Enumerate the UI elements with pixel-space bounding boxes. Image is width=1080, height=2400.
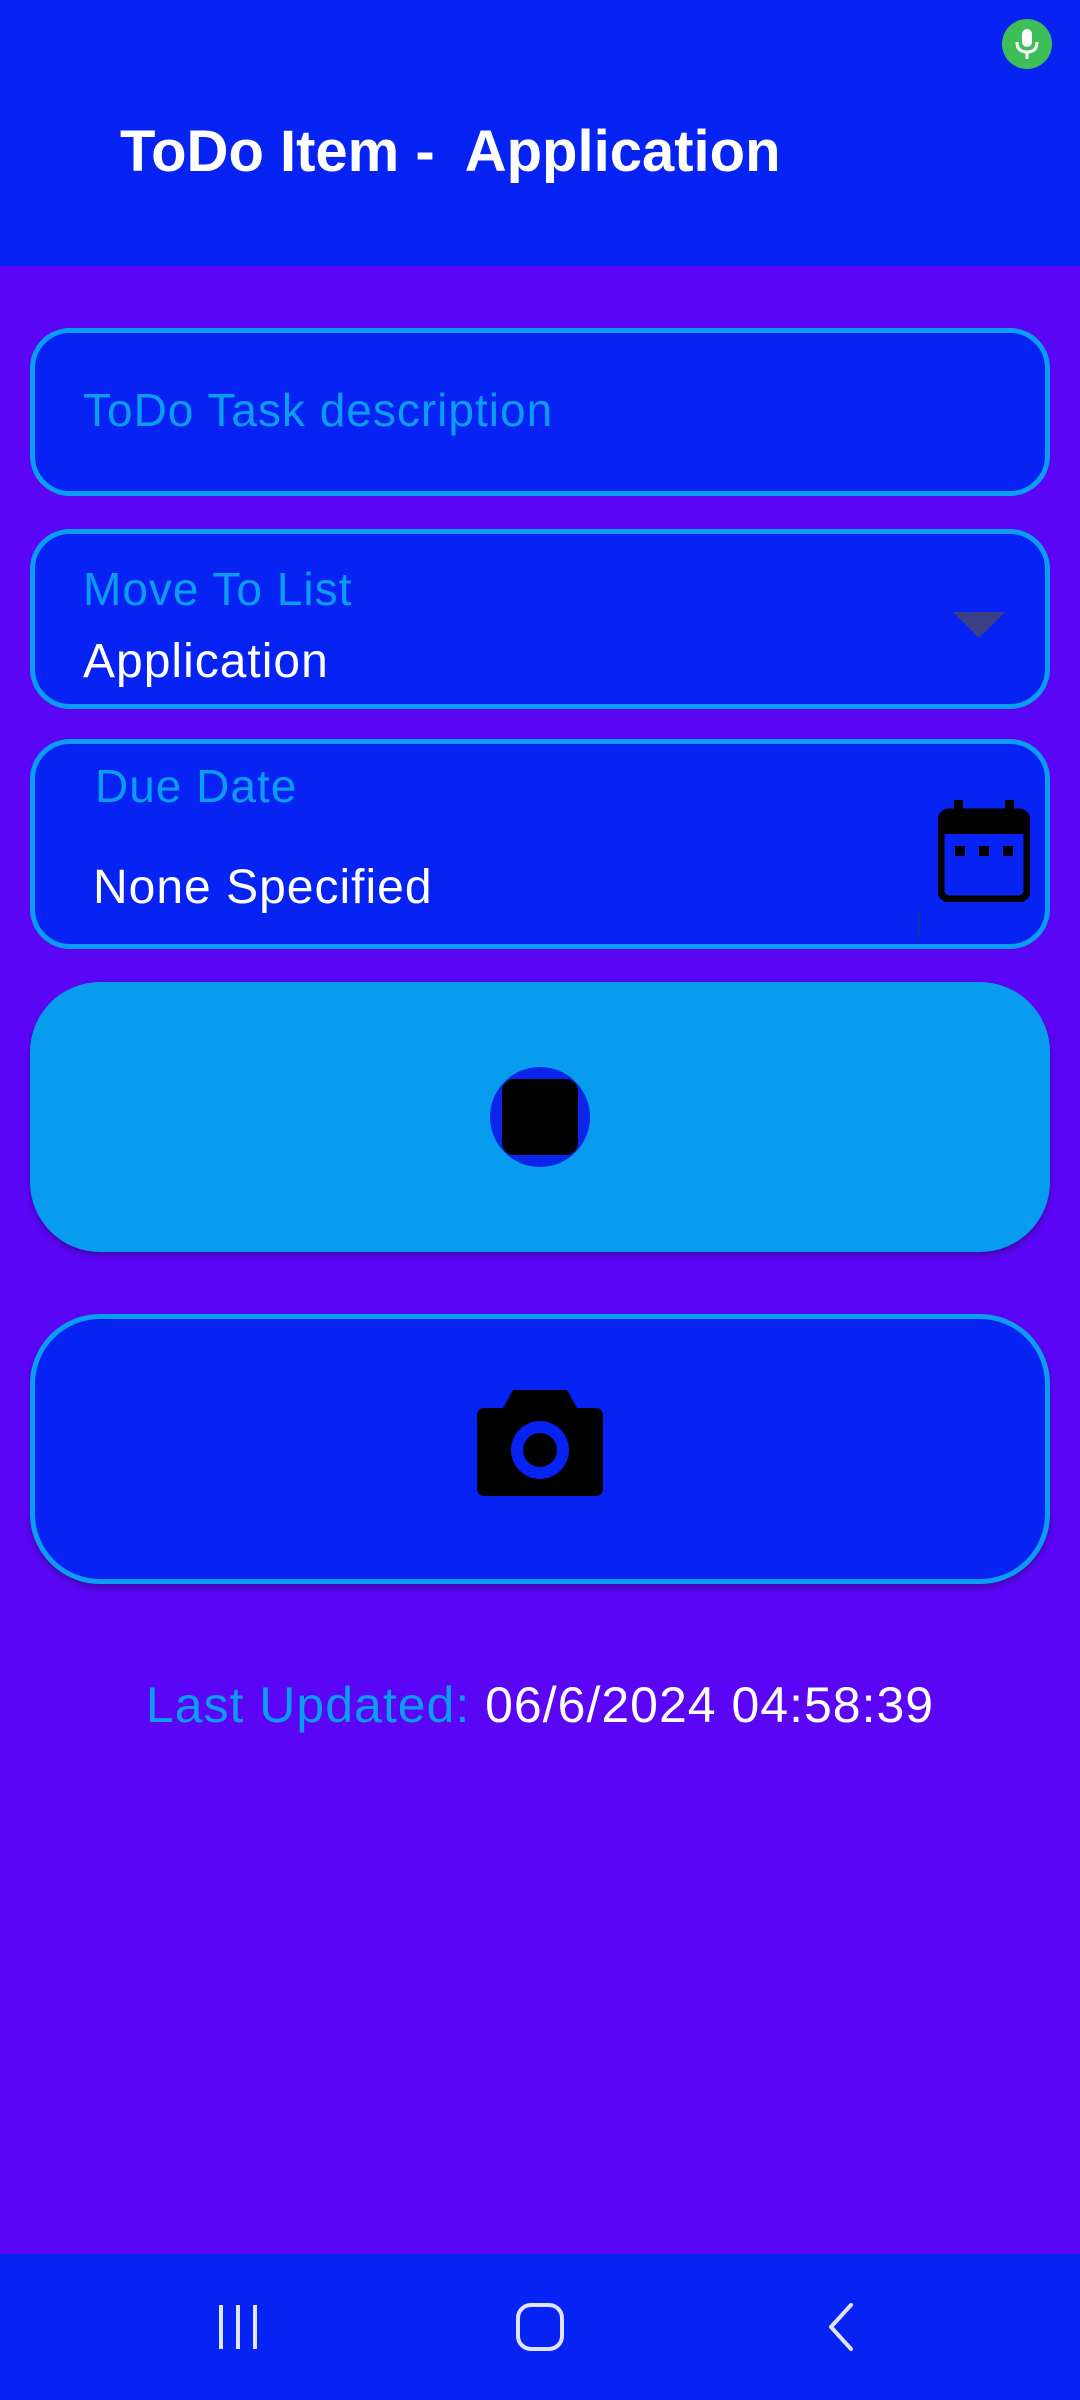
stop-icon [490, 1067, 590, 1167]
camera-button[interactable] [30, 1314, 1050, 1584]
recent-apps-icon[interactable] [138, 2254, 338, 2400]
task-description-input[interactable]: ToDo Task description [30, 328, 1050, 496]
task-description-placeholder: ToDo Task description [83, 384, 554, 436]
date-divider [918, 909, 920, 939]
mic-icon [1002, 19, 1052, 69]
page-title: ToDo Item - Application [120, 119, 781, 184]
move-to-list-dropdown[interactable]: Move To List Application [30, 529, 1050, 709]
last-updated-value: 06/6/2024 04:58:39 [485, 1677, 935, 1733]
navigation-bar [0, 2254, 1080, 2400]
back-icon[interactable] [742, 2254, 942, 2400]
home-icon[interactable] [440, 2254, 640, 2400]
dropdown-arrow-icon [953, 612, 1005, 638]
due-date-value: None Specified [93, 861, 433, 914]
record-button[interactable] [30, 982, 1050, 1252]
last-updated: Last Updated: 06/6/2024 04:58:39 [0, 1676, 1080, 1734]
move-to-list-value: Application [83, 635, 329, 688]
app-bar: ToDo Item - Application [0, 0, 1080, 266]
move-to-list-label: Move To List [83, 563, 353, 615]
camera-icon [475, 1384, 605, 1505]
calendar-icon[interactable] [937, 800, 1031, 907]
last-updated-label: Last Updated: [145, 1677, 471, 1733]
due-date-field[interactable]: Due Date None Specified [30, 739, 1050, 949]
due-date-label: Due Date [95, 760, 298, 812]
